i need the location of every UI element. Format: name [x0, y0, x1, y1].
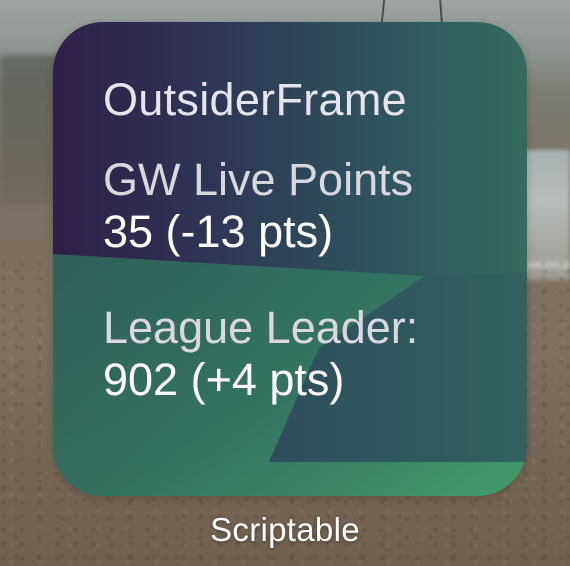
gw-live-points-block: GW Live Points 35 (-13 pts)	[103, 154, 507, 258]
widget-app-label: Scriptable	[210, 511, 360, 548]
league-leader-block: League Leader: 902 (+4 pts)	[103, 302, 507, 406]
scriptable-widget[interactable]: OutsiderFrame GW Live Points 35 (-13 pts…	[53, 22, 527, 496]
wallpaper-pole	[380, 0, 386, 23]
wallpaper-pole	[439, 0, 443, 23]
league-leader-label: League Leader:	[103, 302, 419, 353]
widget-content: OutsiderFrame GW Live Points 35 (-13 pts…	[103, 72, 507, 406]
widget-title: OutsiderFrame	[103, 74, 407, 125]
gw-live-points-label: GW Live Points	[103, 154, 414, 205]
gw-live-points-value: 35 (-13 pts)	[103, 206, 334, 257]
league-leader-value: 902 (+4 pts)	[103, 354, 345, 405]
